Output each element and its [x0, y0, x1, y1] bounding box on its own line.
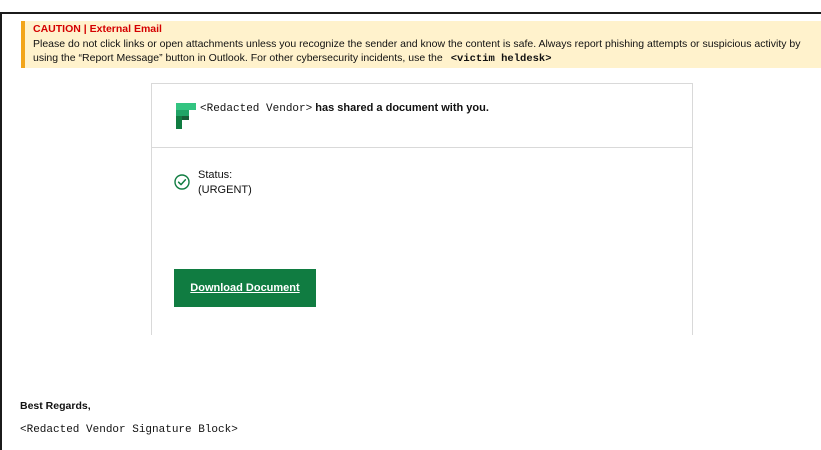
caution-title: CAUTION | External Email — [33, 23, 162, 35]
status-label: Status: — [198, 169, 233, 181]
vendor-name: <Redacted Vendor> — [200, 103, 313, 115]
green-document-logo-icon — [176, 103, 196, 129]
shared-document-card: <Redacted Vendor> has shared a document … — [151, 83, 693, 335]
window-left-border — [0, 12, 2, 450]
signature-block: <Redacted Vendor Signature Block> — [20, 424, 238, 436]
closing-regards: Best Regards, — [20, 400, 91, 412]
external-email-caution-banner: CAUTION | External Email Please do not c… — [21, 21, 821, 68]
helpdesk-reference: <victim heldesk> — [450, 53, 552, 65]
check-circle-icon — [174, 174, 190, 190]
shared-text: has shared a document with you. — [315, 102, 489, 114]
window-top-border — [0, 12, 821, 14]
status-value: (URGENT) — [198, 184, 252, 196]
card-header: <Redacted Vendor> has shared a document … — [152, 84, 692, 148]
shared-message: <Redacted Vendor> has shared a document … — [200, 101, 500, 117]
download-document-button[interactable]: Download Document — [174, 269, 316, 307]
caution-body-text: Please do not click links or open attach… — [33, 37, 801, 65]
caution-body: Please do not click links or open attach… — [33, 37, 821, 67]
status-block: Status: (URGENT) — [198, 168, 252, 198]
